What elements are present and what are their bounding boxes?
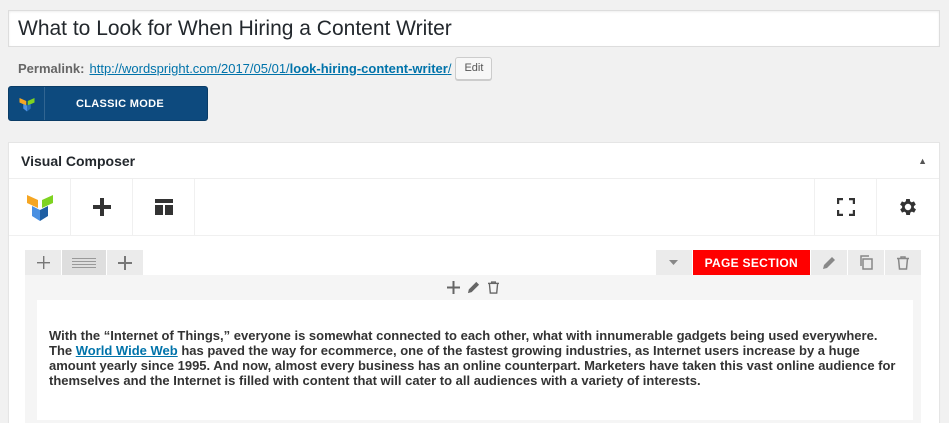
plus-icon	[118, 255, 132, 270]
section-clone-button[interactable]	[848, 250, 884, 275]
fullscreen-icon	[836, 198, 855, 216]
column-add-button[interactable]	[445, 279, 461, 295]
settings-button[interactable]	[877, 179, 939, 235]
column-edit-button[interactable]	[465, 279, 481, 295]
visual-composer-title: Visual Composer	[21, 152, 136, 169]
text-block-element[interactable]: With the “Internet of Things,” everyone …	[37, 300, 913, 420]
vc-toolbar	[9, 179, 939, 236]
column-controls	[25, 279, 921, 295]
pencil-icon	[823, 256, 835, 269]
row-layout-button[interactable]	[62, 250, 106, 275]
permalink-edit-button[interactable]: Edit	[455, 56, 493, 80]
section-edit-button[interactable]	[811, 250, 847, 275]
templates-button[interactable]	[133, 179, 195, 235]
page-section-controls: PAGE SECTION	[655, 250, 921, 275]
classic-mode-button[interactable]: CLASSIC MODE	[8, 86, 208, 121]
permalink-bar: Permalink: http://wordspright.com/2017/0…	[18, 56, 493, 80]
world-wide-web-link[interactable]: World Wide Web	[76, 343, 178, 358]
vc-logo-button[interactable]	[9, 179, 71, 235]
fullscreen-button[interactable]	[815, 179, 877, 235]
post-title-input[interactable]	[8, 10, 940, 47]
add-element-button[interactable]	[71, 179, 133, 235]
page-section-badge[interactable]: PAGE SECTION	[692, 250, 810, 275]
trash-icon	[487, 280, 499, 294]
permalink-url-slug: look-hiring-content-writer	[289, 60, 448, 76]
row-move-handle[interactable]	[25, 250, 61, 275]
section-collapse-button[interactable]	[655, 250, 692, 275]
visual-composer-header[interactable]: Visual Composer ▲	[9, 143, 939, 179]
permalink-url-base: http://wordspright.com/2017/05/01/	[89, 60, 290, 76]
classic-mode-label: CLASSIC MODE	[76, 97, 164, 110]
row-layout-icon	[72, 257, 96, 268]
section-delete-button[interactable]	[885, 250, 921, 275]
vc-logo-icon	[9, 87, 45, 120]
chevron-down-icon	[669, 260, 679, 265]
row-body: With the “Internet of Things,” everyone …	[25, 275, 921, 423]
plus-icon	[446, 280, 460, 294]
visual-composer-panel: Visual Composer ▲ PAGE SECTION With the …	[8, 142, 940, 423]
add-column-button[interactable]	[107, 250, 143, 275]
gear-icon	[900, 199, 916, 215]
permalink-url-tail: /	[447, 60, 452, 76]
collapse-toggle-icon[interactable]: ▲	[918, 156, 927, 166]
column-delete-button[interactable]	[485, 279, 501, 295]
trash-icon	[897, 255, 909, 270]
pencil-icon	[467, 281, 479, 293]
vc-content-area: PAGE SECTION With the “Internet of Thing…	[9, 236, 939, 423]
layout-icon	[154, 199, 173, 215]
permalink-link[interactable]: http://wordspright.com/2017/05/01/look-h…	[89, 61, 451, 76]
toolbar-spacer	[195, 179, 815, 235]
clone-icon	[860, 255, 873, 270]
row-controls	[25, 250, 144, 275]
vc-logo-icon	[26, 195, 53, 221]
move-icon	[36, 256, 50, 269]
permalink-label: Permalink:	[18, 60, 85, 76]
plus-icon	[92, 198, 111, 216]
